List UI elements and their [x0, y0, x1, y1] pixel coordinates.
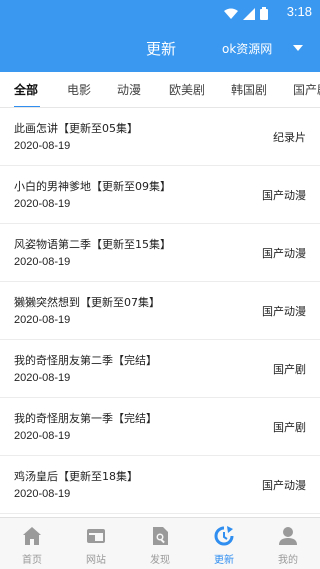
list-item[interactable]: 风姿物语第二季【更新至15集】 2020-08-19 国产动漫 — [0, 224, 320, 282]
item-category: 国产动漫 — [262, 305, 306, 318]
list-item[interactable]: 獭獭突然想到【更新至07集】 2020-08-19 国产动漫 — [0, 282, 320, 340]
tab-all[interactable]: 全部 — [14, 81, 38, 98]
item-title: 獭獭突然想到【更新至07集】 — [14, 296, 160, 309]
item-title: 风姿物语第二季【更新至15集】 — [14, 238, 171, 251]
discover-icon — [153, 527, 168, 545]
item-date: 2020-08-19 — [14, 430, 71, 442]
nav-label: 发现 — [150, 555, 170, 566]
wifi-icon — [224, 5, 238, 24]
home-icon — [23, 527, 41, 545]
status-time: 3:18 — [286, 4, 312, 19]
nav-label: 网站 — [86, 555, 106, 566]
tab-korean-drama[interactable]: 韩国剧 — [231, 81, 267, 98]
website-icon — [87, 529, 105, 543]
nav-profile[interactable]: 我的 — [256, 518, 320, 569]
nav-home[interactable]: 首页 — [0, 518, 64, 569]
nav-discover[interactable]: 发现 — [128, 518, 192, 569]
item-date: 2020-08-19 — [14, 256, 71, 268]
nav-label: 更新 — [214, 555, 234, 566]
tab-anime[interactable]: 动漫 — [117, 81, 141, 98]
list-item[interactable]: 我的奇怪朋友第二季【完结】 2020-08-19 国产剧 — [0, 340, 320, 398]
nav-label: 我的 — [278, 555, 298, 566]
item-date: 2020-08-19 — [14, 372, 71, 384]
source-selector[interactable]: ok资源网 — [222, 40, 272, 57]
tab-movie[interactable]: 电影 — [67, 81, 91, 98]
item-category: 国产剧 — [273, 421, 306, 434]
category-tabs: 全部 电影 动漫 欧美剧 韩国剧 国产剧 — [0, 72, 320, 108]
item-category: 国产动漫 — [262, 479, 306, 492]
tab-domestic-drama[interactable]: 国产剧 — [293, 81, 320, 98]
list-item[interactable]: 我的奇怪朋友第一季【完结】 2020-08-19 国产剧 — [0, 398, 320, 456]
signal-icon — [243, 5, 255, 24]
item-category: 国产剧 — [273, 363, 306, 376]
list-item[interactable]: 小白的男神爹地【更新至09集】 2020-08-19 国产动漫 — [0, 166, 320, 224]
nav-website[interactable]: 网站 — [64, 518, 128, 569]
item-title: 我的奇怪朋友第二季【完结】 — [14, 354, 157, 367]
item-date: 2020-08-19 — [14, 140, 71, 152]
nav-update[interactable]: 更新 — [192, 518, 256, 569]
item-title: 此画怎讲【更新至05集】 — [14, 122, 138, 135]
item-category: 国产动漫 — [262, 189, 306, 202]
chevron-down-icon[interactable] — [293, 45, 303, 51]
nav-label: 首页 — [22, 555, 42, 566]
app-bar: 更新 ok资源网 — [0, 24, 320, 72]
profile-icon — [279, 527, 297, 545]
list-item[interactable]: 此画怎讲【更新至05集】 2020-08-19 纪录片 — [0, 108, 320, 166]
item-title: 鸡汤皇后【更新至18集】 — [14, 470, 138, 483]
item-category: 纪录片 — [273, 131, 306, 144]
item-category: 国产动漫 — [262, 247, 306, 260]
page-title: 更新 — [146, 40, 177, 58]
status-bar: 3:18 — [0, 0, 320, 24]
list-item[interactable]: 鸡汤皇后【更新至18集】 2020-08-19 国产动漫 — [0, 456, 320, 514]
item-title: 小白的男神爹地【更新至09集】 — [14, 180, 171, 193]
update-icon — [214, 526, 234, 546]
battery-icon — [260, 5, 268, 24]
item-title: 我的奇怪朋友第一季【完结】 — [14, 412, 157, 425]
item-date: 2020-08-19 — [14, 314, 71, 326]
item-date: 2020-08-19 — [14, 488, 71, 500]
tab-western-drama[interactable]: 欧美剧 — [169, 81, 205, 98]
item-date: 2020-08-19 — [14, 198, 71, 210]
bottom-nav: 首页 网站 发现 更新 我的 — [0, 517, 320, 569]
